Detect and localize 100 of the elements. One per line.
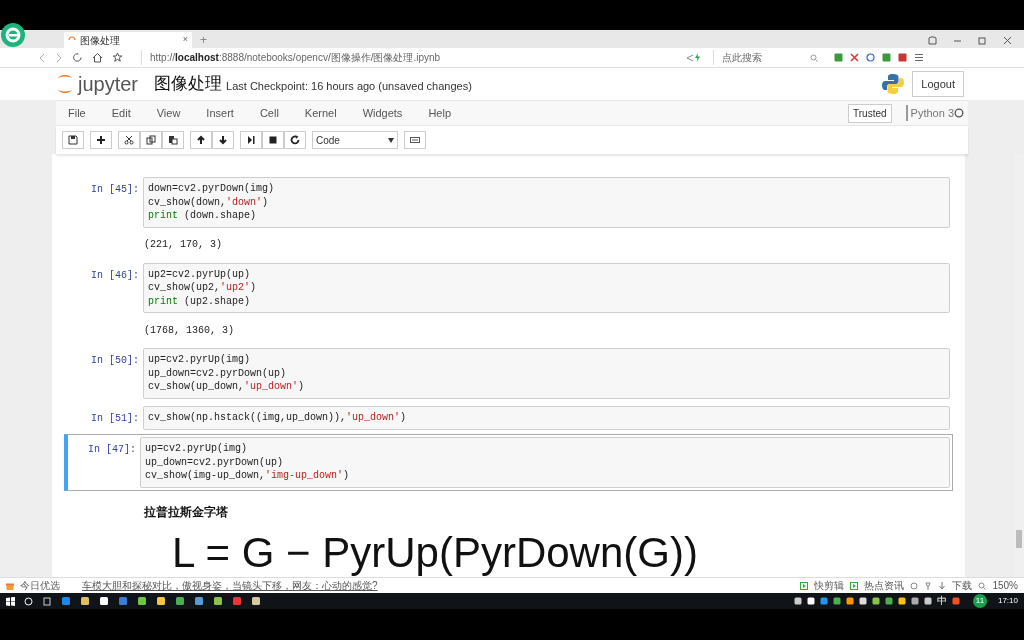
restart-icon xyxy=(290,135,300,145)
menu-item[interactable]: View xyxy=(156,104,181,122)
task-view-icon[interactable] xyxy=(42,596,52,606)
menu-item[interactable]: Edit xyxy=(111,104,131,122)
code-editor[interactable]: up=cv2.pyrUp(img) up_down=cv2.pyrDown(up) cv_show(img-up_down,'img-up_down') xyxy=(140,437,950,488)
code-editor[interactable]: up=cv2.pyrUp(img) up_down=cv2.pyrDown(up) cv_show(up_down,'up_down') xyxy=(143,348,950,399)
caret-icon xyxy=(388,137,394,143)
trusted-indicator[interactable]: Trusted xyxy=(848,103,892,123)
reload-icon[interactable] xyxy=(72,52,83,63)
share-icon[interactable] xyxy=(686,53,694,62)
code-line: cv_show(img-up_down,'img-up_down') xyxy=(145,469,350,483)
input-prompt: In [47]: xyxy=(88,443,137,458)
code-line: up=cv2.pyrUp(img) xyxy=(145,442,248,456)
restart-button[interactable] xyxy=(284,131,306,149)
search-icon xyxy=(810,53,818,62)
code-editor[interactable]: cv_show(np.hstack((img,up_down)),'up_down') xyxy=(143,406,950,430)
lightning-icon[interactable] xyxy=(694,53,701,62)
zoom-level[interactable]: 150% xyxy=(992,578,1018,593)
code-cell[interactable]: In [45]: down=cv2.pyrDown(img) cv_show(down,'down') print (down.shape) xyxy=(64,174,953,231)
extension-icon[interactable] xyxy=(834,53,843,62)
ring-icon[interactable] xyxy=(866,53,875,62)
formula-text: L = G − PyrUp(PyrDown(G)) xyxy=(172,529,698,576)
status-item[interactable]: 下载 xyxy=(952,578,973,593)
cut-button[interactable] xyxy=(118,131,140,149)
code-editor[interactable]: up2=cv2.pyrUp(up) cv_show(up2,'up2') print (up2.shape) xyxy=(143,262,950,314)
code-line: up_down=cv2.pyrDown(up) xyxy=(145,455,284,470)
zoom-icon[interactable] xyxy=(978,581,987,590)
code-line: up_down=cv2.pyrDown(up) xyxy=(148,366,287,381)
code-cell[interactable]: In [47]: up=cv2.pyrUp(img) up_down=cv2.pyrDown(up) cv_show(img-up_down,'img-up_down') xyxy=(64,434,953,491)
move-up-button[interactable] xyxy=(190,131,212,149)
cell-type-dropdown[interactable]: Code xyxy=(312,131,398,149)
menu-item[interactable]: Cell xyxy=(259,104,279,122)
copy-button[interactable] xyxy=(140,131,162,149)
code-line: print (up2.shape) xyxy=(148,294,251,309)
cell-output: (1768, 1360, 3) xyxy=(144,323,235,337)
dial-icon[interactable] xyxy=(910,581,919,590)
status-item[interactable]: 热点资讯 xyxy=(864,578,905,593)
code-cell[interactable]: In [46]: up2=cv2.pyrUp(up) cv_show(up2,'up2') print (up2.shape) xyxy=(64,259,953,317)
menu-item[interactable]: File xyxy=(68,104,86,122)
home-icon[interactable] xyxy=(92,52,103,63)
code-line: cv_show(up2,'up2') xyxy=(148,281,257,295)
input-prompt: In [45]: xyxy=(91,183,140,197)
save-button[interactable] xyxy=(62,131,84,149)
download-icon[interactable] xyxy=(938,581,947,590)
clock[interactable]: 17:10 xyxy=(997,595,1018,607)
code-cell[interactable]: In [50]: up=cv2.pyrUp(img) up_down=cv2.pyrDown(up) cv_show(up_down,'up_down') xyxy=(64,345,953,402)
kernel-name: Python 3 xyxy=(905,104,954,122)
search-icon[interactable] xyxy=(24,596,33,606)
move-down-icon xyxy=(218,135,228,145)
cut-icon xyxy=(124,135,134,145)
browser-tab[interactable]: 图像处理 × xyxy=(64,32,192,48)
paste-icon xyxy=(168,135,178,145)
input-method-indicator[interactable]: 中 xyxy=(936,596,947,606)
add-cell-button[interactable] xyxy=(90,131,112,149)
address-field[interactable]: http://localhost:8888/notebooks/opencv/图像操作/图像处理.ipynb xyxy=(141,50,686,65)
skin-icon[interactable] xyxy=(928,36,937,45)
kernel-idle-icon xyxy=(954,108,964,118)
jupyter-logo-icon xyxy=(56,73,74,95)
copy-icon xyxy=(146,135,156,145)
close-icon[interactable] xyxy=(1003,36,1012,45)
menu-item[interactable]: Insert xyxy=(206,104,234,122)
scrollbar-thumb[interactable] xyxy=(1016,530,1022,548)
logout-button[interactable]: Logout xyxy=(912,71,964,97)
menu-item[interactable]: Kernel xyxy=(304,104,337,122)
input-prompt: In [51]: xyxy=(91,412,140,427)
code-line: up2=cv2.pyrUp(up) xyxy=(148,267,251,282)
move-down-button[interactable] xyxy=(212,131,234,149)
stop-button[interactable] xyxy=(262,131,284,149)
add-cell-icon xyxy=(96,135,106,145)
code-cell[interactable]: In [51]: cv_show(np.hstack((img,up_down)),'up_down') xyxy=(64,403,953,433)
checkpoint-status: Last Checkpoint: 16 hours ago (unsaved changes) xyxy=(226,78,472,94)
code-line: print (down.shape) xyxy=(148,209,257,223)
keyboard-button[interactable] xyxy=(404,131,426,149)
menu-item[interactable]: Widgets xyxy=(362,104,403,122)
menu-item[interactable]: Help xyxy=(428,104,451,122)
python-logo-icon xyxy=(882,73,905,95)
jupyter-wordmark[interactable]: jupyter xyxy=(78,74,139,94)
news-link[interactable]: 车模大胆和探秘对比，傲视身姿，当镜头下移，网友：心动的感觉? xyxy=(82,578,378,593)
cross-icon[interactable] xyxy=(850,53,859,62)
code-line: cv_show(up_down,'up_down') xyxy=(148,380,305,394)
gift-icon xyxy=(6,581,14,590)
input-prompt: In [46]: xyxy=(91,268,140,283)
menu-icon[interactable] xyxy=(914,53,924,62)
paste-button[interactable] xyxy=(162,131,184,149)
code-line: down=cv2.pyrDown(img) xyxy=(148,182,275,196)
notebook-name[interactable]: 图像处理 xyxy=(154,71,223,97)
search-field[interactable]: 点此搜索 xyxy=(713,50,818,65)
today-picks-link[interactable]: 今日优选 xyxy=(20,578,60,593)
start-icon[interactable] xyxy=(6,596,15,606)
input-prompt: In [50]: xyxy=(91,354,140,369)
status-item[interactable]: 快剪辑 xyxy=(814,578,845,593)
run-button[interactable] xyxy=(240,131,262,149)
stop-icon xyxy=(268,135,278,145)
pin-icon[interactable] xyxy=(924,581,933,590)
code-line: cv_show(np.hstack((img,up_down)),'up_down') xyxy=(148,411,407,425)
save-icon xyxy=(68,135,78,145)
restore-icon[interactable] xyxy=(978,36,987,45)
star-icon[interactable] xyxy=(112,52,123,63)
code-editor[interactable]: down=cv2.pyrDown(img) cv_show(down,'down') print (down.shape) xyxy=(143,177,950,228)
run-icon xyxy=(246,135,256,145)
